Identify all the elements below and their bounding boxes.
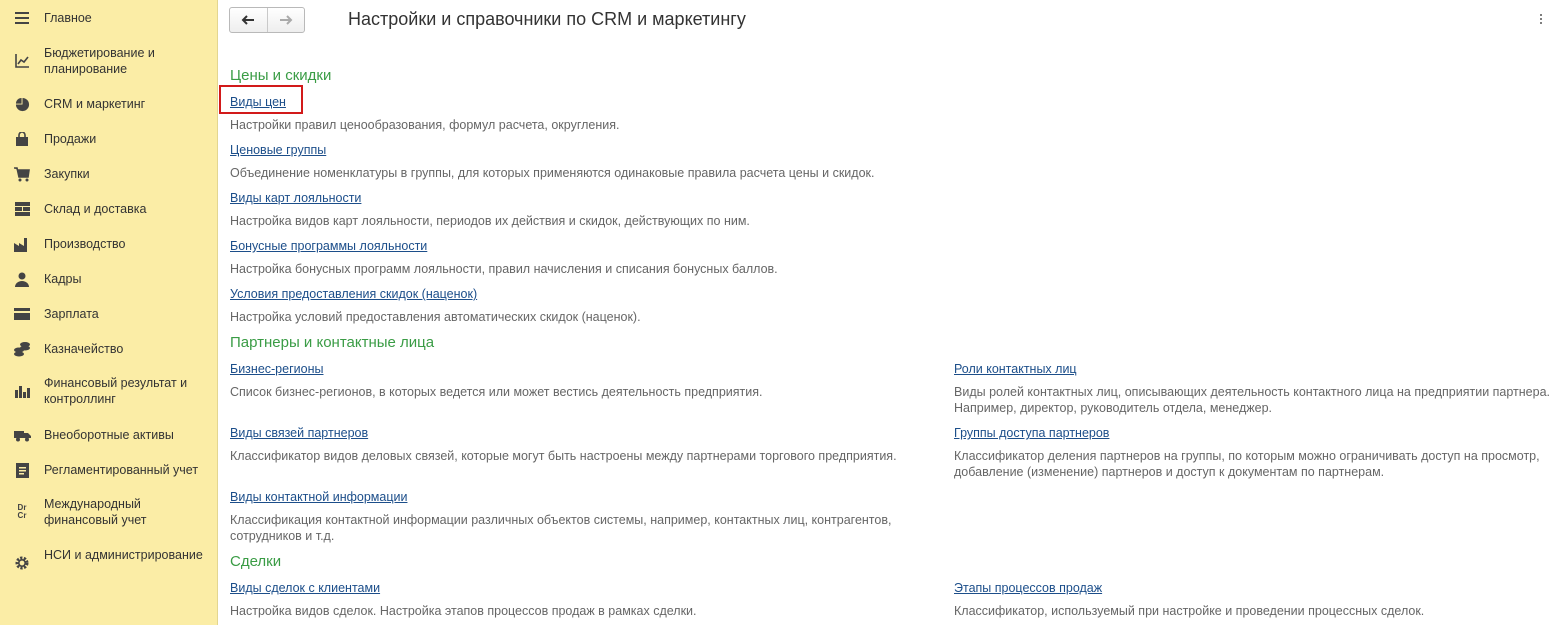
- sidebar-item-label: Внеоборотные активы: [44, 428, 174, 442]
- sidebar-item-sales[interactable]: Продажи: [0, 129, 217, 149]
- history-nav: [229, 7, 305, 33]
- factory-icon: [13, 235, 31, 253]
- more-dot: [1540, 18, 1542, 20]
- sidebar-item-production[interactable]: Производство: [0, 234, 217, 254]
- desc-loyalty-card-types: Настройка видов карт лояльности, периодо…: [230, 214, 750, 228]
- link-bonus-programs[interactable]: Бонусные программы лояльности: [230, 239, 427, 253]
- section-title-deals: Сделки: [230, 553, 282, 570]
- more-vertical-icon: [1540, 14, 1542, 16]
- sidebar-item-label: Международный финансовый учет: [44, 497, 147, 527]
- sidebar-item-label: Зарплата: [44, 307, 99, 321]
- sidebar-item-label: Кадры: [44, 272, 82, 286]
- link-loyalty-card-types[interactable]: Виды карт лояльности: [230, 191, 361, 205]
- sidebar-item-label: Казначейство: [44, 342, 124, 356]
- sidebar-item-regulated-accounting[interactable]: Регламентированный учет: [0, 460, 217, 480]
- link-partner-access-groups[interactable]: Группы доступа партнеров: [954, 426, 1109, 440]
- pie-chart-icon: [13, 95, 31, 113]
- desc-contact-info-types: Классификация контактной информации разл…: [230, 513, 892, 543]
- coins-icon: [13, 340, 31, 358]
- link-contact-roles[interactable]: Роли контактных лиц: [954, 362, 1077, 376]
- sidebar-item-label: Финансовый результат и контроллинг: [44, 376, 188, 406]
- desc-deal-types: Настройка видов сделок. Настройка этапов…: [230, 604, 697, 618]
- link-contact-info-types[interactable]: Виды контактной информации: [230, 490, 407, 504]
- sidebar-item-label: Закупки: [44, 167, 90, 181]
- sidebar-item-admin[interactable]: НСИ и администрирование: [0, 546, 217, 580]
- sidebar-item-label: CRM и маркетинг: [44, 97, 146, 111]
- arrow-left-icon: [241, 15, 255, 25]
- sidebar-item-salary[interactable]: Зарплата: [0, 304, 217, 324]
- desc-contact-roles: Виды ролей контактных лиц, описывающих д…: [954, 385, 1551, 415]
- sidebar-item-purchases[interactable]: Закупки: [0, 164, 217, 184]
- desc-business-regions: Список бизнес-регионов, в которых ведетс…: [230, 385, 763, 399]
- link-business-regions[interactable]: Бизнес-регионы: [230, 362, 323, 376]
- sidebar-item-label: Бюджетирование и планирование: [44, 46, 155, 76]
- link-sales-process-stages[interactable]: Этапы процессов продаж: [954, 581, 1102, 595]
- link-price-groups[interactable]: Ценовые группы: [230, 143, 326, 157]
- desc-partner-access-groups: Классификатор деления партнеров на групп…: [954, 449, 1540, 479]
- desc-discount-conditions: Настройка условий предоставления автомат…: [230, 310, 641, 324]
- page-title: Настройки и справочники по CRM и маркети…: [348, 9, 746, 29]
- sidebar-item-fin-result[interactable]: Финансовый результат и контроллинг: [0, 374, 217, 408]
- truck-icon: [13, 426, 31, 444]
- link-discount-conditions[interactable]: Условия предоставления скидок (наценок): [230, 287, 477, 301]
- section-title-partners: Партнеры и контактные лица: [230, 334, 435, 351]
- cart-icon: [13, 165, 31, 183]
- gear-icon: [13, 554, 31, 572]
- sidebar-item-budgeting[interactable]: Бюджетирование и планирование: [0, 44, 217, 78]
- sidebar-item-label: Продажи: [44, 132, 97, 146]
- sidebar-item-label: Производство: [44, 237, 126, 251]
- sidebar-item-crm[interactable]: CRM и маркетинг: [0, 94, 217, 114]
- link-partner-relation-types[interactable]: Виды связей партнеров: [230, 426, 368, 440]
- report-icon: [13, 461, 31, 479]
- budget-chart-icon: [13, 52, 31, 70]
- sidebar-item-ifrs[interactable]: Dr Cr Международный финансовый учет: [0, 495, 217, 529]
- sidebar-item-label: НСИ и администрирование: [44, 548, 203, 562]
- sidebar-item-label: Склад и доставка: [44, 202, 147, 216]
- sidebar-item-warehouse[interactable]: Склад и доставка: [0, 199, 217, 219]
- more-dot: [1540, 22, 1542, 24]
- sidebar-item-hr[interactable]: Кадры: [0, 269, 217, 289]
- forward-button[interactable]: [266, 8, 305, 32]
- sidebar-item-fixed-assets[interactable]: Внеоборотные активы: [0, 425, 217, 445]
- desc-price-groups: Объединение номенклатуры в группы, для к…: [230, 166, 875, 180]
- more-button[interactable]: [1534, 10, 1548, 28]
- sidebar-item-main[interactable]: Главное: [0, 8, 217, 28]
- sidebar-item-label: Главное: [44, 11, 92, 25]
- sidebar-item-label: Регламентированный учет: [44, 463, 199, 477]
- desc-bonus-programs: Настройка бонусных программ лояльности, …: [230, 262, 778, 276]
- shopping-bag-icon: [13, 130, 31, 148]
- wallet-icon: [13, 305, 31, 323]
- menu-lines-icon: [13, 9, 31, 27]
- link-price-types[interactable]: Виды цен: [230, 95, 286, 109]
- dr-cr-icon: Dr Cr: [17, 503, 27, 520]
- person-icon: [13, 270, 31, 288]
- section-title-prices: Цены и скидки: [230, 67, 332, 84]
- desc-partner-relation-types: Классификатор видов деловых связей, кото…: [230, 449, 897, 463]
- desc-sales-process-stages: Классификатор, используемый при настройк…: [954, 604, 1425, 618]
- sidebar-item-treasury[interactable]: Казначейство: [0, 339, 217, 359]
- warehouse-grid-icon: [13, 200, 31, 218]
- back-button[interactable]: [230, 8, 267, 32]
- sidebar: Главное Бюджетирование и планирование CR…: [0, 0, 218, 625]
- desc-price-types: Настройки правил ценообразования, формул…: [230, 118, 620, 132]
- bar-chart-icon: [13, 382, 31, 400]
- arrow-right-icon: [279, 15, 293, 25]
- link-deal-types[interactable]: Виды сделок с клиентами: [230, 581, 380, 595]
